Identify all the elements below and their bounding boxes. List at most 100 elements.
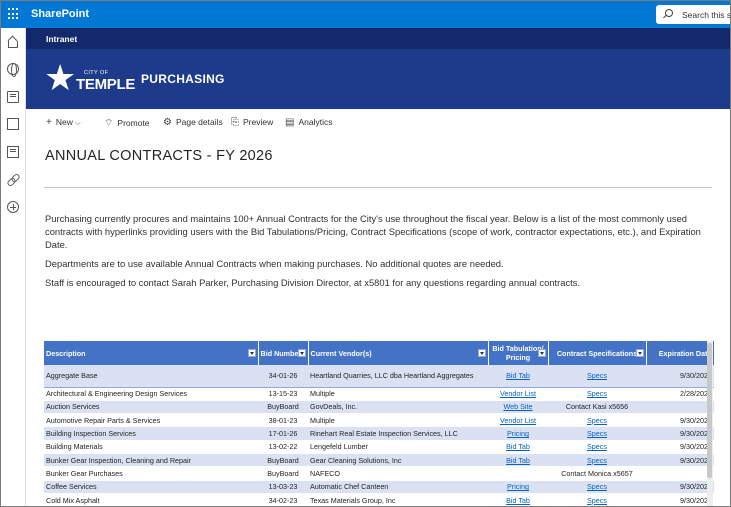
suite-bar: SharePoint Search this site [1,1,731,28]
sharepoint-brand[interactable]: SharePoint [31,8,89,20]
cell-vendor: Multiple [308,387,488,401]
globe-icon[interactable] [7,63,19,77]
table-row: Cold Mix Asphalt 34-02-23 Texas Material… [44,493,714,506]
cell-vendor: Multiple [308,413,488,428]
table-row: Building Materials 13-02-22 Lengefeld Lu… [44,440,714,454]
pricing-link[interactable]: Bid Tab [506,496,530,505]
pricing-link[interactable]: Bid Tab [506,456,530,465]
browser-frame: SharePoint Search this site Intranet ★ C… [0,0,731,507]
table-row: Auction Services BuyBoard GovDeals, Inc.… [44,400,714,415]
cell-bid-number: 38-01-23 [258,413,308,428]
add-circle-icon[interactable] [7,201,19,213]
cell-bid-number: 17-01-26 [258,426,308,441]
table-row: Architectural & Engineering Design Servi… [44,387,714,401]
pricing-link[interactable]: Bid Tab [506,442,530,451]
cell-pricing: Web Site [488,400,548,415]
header-pricing[interactable]: Bid Tabulation/ Pricing [488,341,549,365]
cell-pricing: Bid Tab [488,440,548,454]
filter-dropdown-icon[interactable] [477,349,486,357]
cell-bid-number: BuyBoard [258,466,308,481]
cell-vendor: Gear Cleaning Solutions, Inc [308,453,488,468]
pricing-link[interactable]: Web Site [503,402,532,411]
cell-vendor: Lengefeld Lumber [308,440,488,454]
cell-expiration: 9/30/2026 [646,453,714,468]
filter-dropdown-icon[interactable] [247,349,256,357]
city-logo[interactable]: ★ CITY OF TEMPLE [44,57,135,98]
pricing-link[interactable]: Pricing [507,429,529,438]
table-scrollbar-thumb[interactable] [707,343,712,478]
header-bid-number[interactable]: Bid Number [258,341,309,365]
cell-specs: Specs [548,493,646,506]
contracts-table: Description Bid Number Current Vendor(s)… [44,341,714,506]
header-expiration[interactable]: Expiration Date [646,341,714,365]
pricing-link[interactable]: Vendor List [500,389,536,398]
specs-link[interactable]: Specs [587,496,607,505]
gear-icon: ⚙ [163,117,172,128]
specs-link[interactable]: Specs [587,416,607,425]
table-row: Bunker Gear Inspection, Cleaning and Rep… [44,453,714,468]
specs-link[interactable]: Specs [587,389,607,398]
analytics-button[interactable]: ▤ Analytics [285,117,332,128]
specs-link[interactable]: Specs [587,482,607,491]
cell-bid-number: 13-02-22 [258,440,308,454]
cell-specs: Specs [548,387,646,401]
link-icon[interactable] [7,173,19,185]
specs-link[interactable]: Specs [587,442,607,451]
cell-bid-number: 34-01-26 [258,365,308,388]
header-description[interactable]: Description [44,341,259,365]
departments-paragraph: Departments are to use available Annual … [45,258,504,269]
home-icon[interactable] [7,36,19,48]
command-bar: + New ⌵ ⌔ Promote ⚙ Page details ⎘ Preview ▤… [26,109,730,135]
cell-expiration: 9/30/2026 [646,493,714,506]
divider [44,187,712,188]
preview-button[interactable]: ⎘ Preview [231,117,273,128]
cell-specs: Specs [548,426,646,441]
header-vendor[interactable]: Current Vendor(s) [308,341,489,365]
search-placeholder: Search this site [682,10,731,20]
cell-pricing: Pricing [488,480,548,494]
header-specs[interactable]: Contract Specifications [548,341,647,365]
cell-bid-number: BuyBoard [258,400,308,415]
new-button[interactable]: + New ⌵ [46,117,81,128]
search-box[interactable]: Search this site [656,5,731,24]
pricing-link[interactable]: Vendor List [500,416,536,425]
cell-vendor: Rinehart Real Estate Inspection Services… [308,426,488,441]
cell-expiration: 9/30/2026 [646,480,714,494]
filter-dropdown-icon[interactable] [537,349,546,357]
staff-paragraph: Staff is encouraged to contact Sarah Par… [45,277,581,288]
news-icon[interactable] [7,91,19,103]
specs-link[interactable]: Specs [587,371,607,380]
cell-expiration: 9/30/2026 [646,365,714,388]
page-details-button[interactable]: ⚙ Page details [163,117,223,128]
site-header: ★ CITY OF TEMPLE PURCHASING [26,49,730,109]
cell-vendor: Automatic Chef Canteen [308,480,488,494]
filter-dropdown-icon[interactable] [297,349,306,357]
promote-button[interactable]: ⌔ Promote [104,117,150,130]
list-icon[interactable] [7,146,19,158]
logo-temple: TEMPLE [76,76,136,93]
file-icon[interactable] [7,118,19,130]
cell-bid-number: 13-15-23 [258,387,308,401]
table-row: Bunker Gear Purchases BuyBoard NAFECO Co… [44,466,714,481]
cell-description: Building Materials [44,440,258,454]
site-title[interactable]: PURCHASING [141,72,225,86]
cell-expiration: 9/30/2026 [646,426,714,441]
pricing-link[interactable]: Pricing [507,482,529,491]
cell-bid-number: BuyBoard [258,453,308,468]
app-launcher-icon[interactable] [8,8,20,20]
specs-link[interactable]: Specs [587,429,607,438]
table-row: Building Inspection Services 17-01-26 Ri… [44,426,714,441]
intro-paragraph: Purchasing currently procures and mainta… [45,213,701,250]
chevron-down-icon: ⌵ [75,120,81,127]
cell-description: Auction Services [44,400,258,415]
star-logo-icon: ★ [44,57,77,98]
cell-specs: Specs [548,440,646,454]
hub-nav-intranet[interactable]: Intranet [46,34,77,44]
cell-description: Cold Mix Asphalt [44,493,258,506]
pricing-link[interactable]: Bid Tab [506,371,530,380]
cell-bid-number: 13-03-23 [258,480,308,494]
specs-link[interactable]: Specs [587,456,607,465]
cell-specs: Specs [548,365,646,388]
filter-dropdown-icon[interactable] [635,349,644,357]
cell-description: Coffee Services [44,480,258,494]
